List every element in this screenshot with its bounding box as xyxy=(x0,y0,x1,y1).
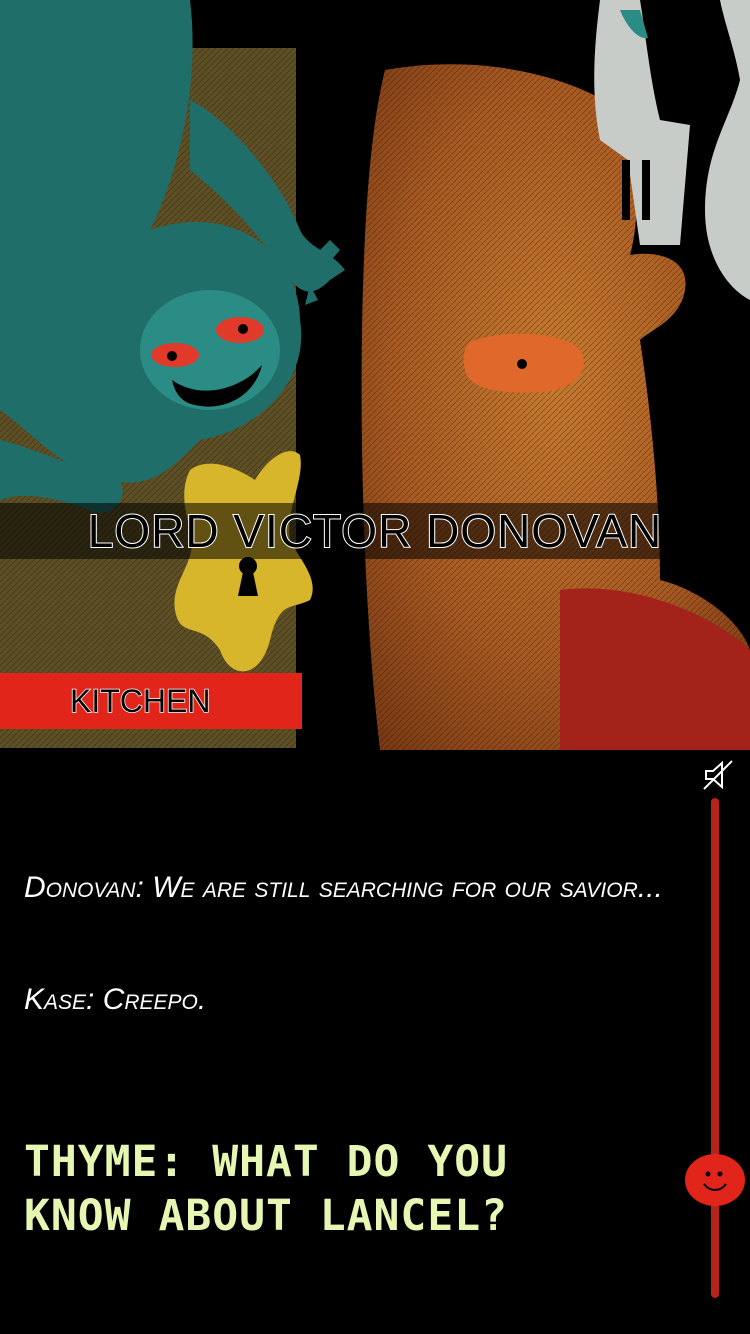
scene-artwork xyxy=(0,0,750,750)
dialogue-line-kase: Kase: Creepo. xyxy=(24,983,207,1016)
location-label: KITCHEN xyxy=(69,682,211,720)
spoon-icon xyxy=(705,0,750,300)
scene-illustration: LORD VICTOR DONOVAN KITCHEN xyxy=(0,0,750,750)
speaker-muted-icon xyxy=(703,760,733,790)
smiley-face-icon xyxy=(685,1154,745,1206)
mute-toggle-button[interactable] xyxy=(700,757,736,793)
dialogue-box: Donovan: We are still searching for our … xyxy=(24,860,674,1027)
location-tag: KITCHEN xyxy=(0,673,302,729)
character-nameplate: LORD VICTOR DONOVAN xyxy=(0,503,750,559)
dialogue-choice-option[interactable]: THYME: WHAT DO YOU KNOW ABOUT LANCEL? xyxy=(24,1135,584,1243)
dialogue-line-donovan: Donovan: We are still searching for our … xyxy=(24,871,663,904)
character-name: LORD VICTOR DONOVAN xyxy=(87,504,663,558)
scroll-slider-track[interactable] xyxy=(711,798,719,1298)
scroll-slider-knob[interactable] xyxy=(684,1152,746,1208)
